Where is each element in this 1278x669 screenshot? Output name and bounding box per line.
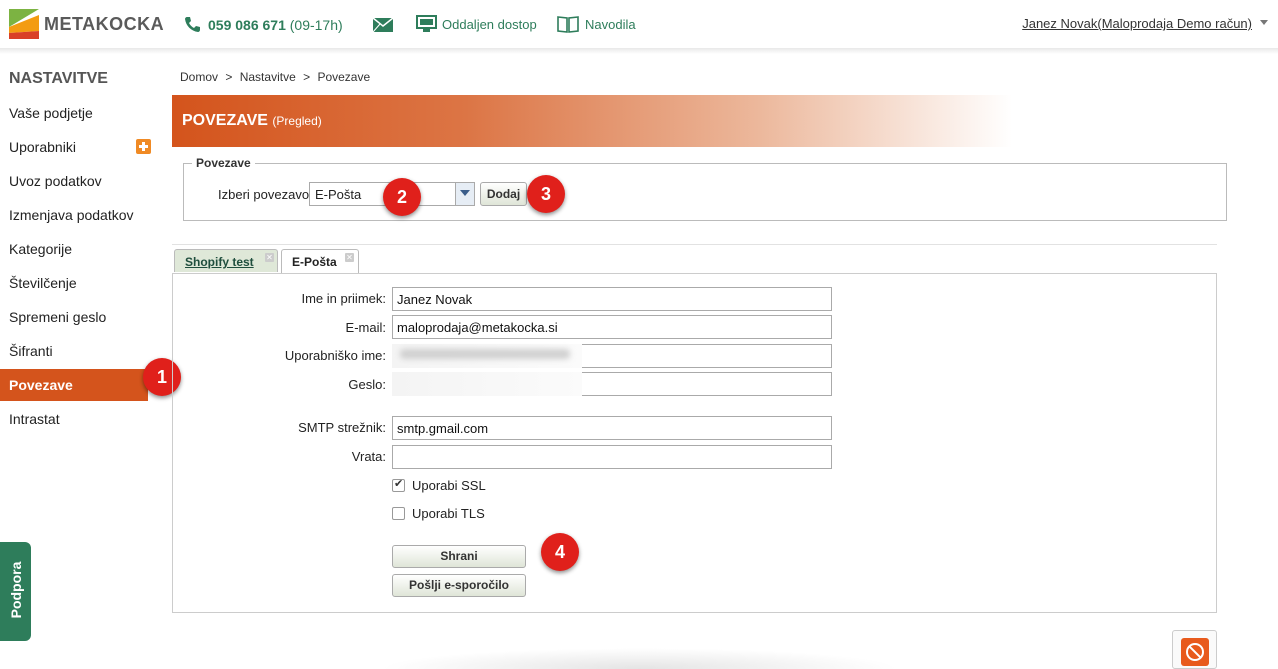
step-marker-4: 4 (541, 533, 579, 571)
topbar-shadow (0, 48, 1278, 54)
book-icon (557, 16, 579, 33)
phone-hours: (09-17h) (289, 17, 343, 33)
phone-number[interactable]: 059 086 671 (09-17h) (208, 17, 343, 33)
breadcrumb-nastavitve[interactable]: Nastavitve (240, 70, 296, 84)
connection-select-label: Izberi povezavo : (218, 187, 317, 202)
tab-label: E-Pošta (292, 255, 337, 269)
send-email-button[interactable]: Pošlji e-sporočilo (392, 574, 526, 597)
tab-shopify-test[interactable]: Shopify test ✕ (174, 249, 278, 272)
user-account-link[interactable]: Janez Novak(Maloprodaja Demo račun) (1022, 16, 1252, 31)
page-title: POVEZAVE (Pregled) (182, 112, 322, 130)
sidebar-item-kategorije[interactable]: Kategorije (0, 233, 148, 265)
use-tls-label: Uporabi TLS (412, 506, 485, 521)
name-label: Ime in priimek: (301, 291, 386, 306)
phone-number-value: 059 086 671 (208, 17, 286, 33)
sidebar-item-uporabniki[interactable]: Uporabniki (0, 131, 148, 163)
password-label: Geslo: (348, 377, 386, 392)
save-button[interactable]: Shrani (392, 545, 526, 568)
use-ssl-checkbox[interactable] (392, 477, 405, 492)
use-tls-checkbox[interactable] (392, 507, 405, 520)
sidebar-item-spremeni-geslo[interactable]: Spremeni geslo (0, 301, 148, 333)
email-field[interactable] (392, 315, 832, 339)
connection-select-value: E-Pošta (315, 187, 362, 202)
cancel-icon (1181, 638, 1209, 666)
add-user-plus-icon[interactable] (136, 139, 151, 154)
close-icon[interactable]: ✕ (265, 253, 274, 262)
breadcrumb-povezave: Povezave (317, 70, 371, 84)
add-connection-button[interactable]: Dodaj (480, 182, 527, 206)
top-bar: METAKOCKA 059 086 671 (09-17h) Oddaljen … (0, 0, 1278, 48)
remote-access-link[interactable]: Oddaljen dostop (442, 17, 537, 32)
step-marker-3: 3 (527, 175, 565, 213)
sidebar-title: NASTAVITVE (9, 70, 108, 87)
metakocka-logo[interactable] (9, 9, 39, 39)
breadcrumb: Domov > Nastavitve > Povezave (180, 70, 370, 84)
close-icon[interactable]: ✕ (345, 253, 354, 262)
tab-e-posta[interactable]: E-Pošta ✕ (281, 249, 359, 274)
phone-icon (185, 17, 200, 32)
cancel-button[interactable] (1172, 630, 1217, 669)
port-label: Vrata: (351, 449, 386, 464)
step-marker-2: 2 (383, 178, 421, 216)
sidebar-item-povezave[interactable]: Povezave (0, 369, 148, 401)
use-ssl-label: Uporabi SSL (412, 478, 486, 493)
username-blurred-text (400, 349, 570, 359)
sidebar-item-sifranti[interactable]: Šifranti (0, 335, 148, 367)
smtp-server-field[interactable] (392, 416, 832, 440)
footer-shadow (380, 648, 900, 669)
chevron-down-icon[interactable] (455, 183, 474, 205)
username-label: Uporabniško ime: (284, 348, 386, 363)
support-tab-label: Podpora (8, 561, 24, 619)
sidebar-item-vase-podjetje[interactable]: Vaše podjetje (0, 97, 148, 129)
sidebar-item-stevilcenje[interactable]: Številčenje (0, 267, 148, 299)
support-tab[interactable]: Podpora (0, 542, 31, 641)
breadcrumb-separator: > (225, 70, 233, 84)
page-title-text: POVEZAVE (182, 112, 268, 129)
tab-label: Shopify test (185, 255, 254, 269)
breadcrumb-home[interactable]: Domov (180, 70, 218, 84)
port-field[interactable] (392, 445, 832, 469)
connection-legend: Povezave (192, 156, 255, 170)
chevron-down-icon[interactable] (1260, 20, 1268, 25)
smtp-label: SMTP strežnik: (298, 420, 386, 435)
remote-monitor-icon (416, 15, 437, 32)
password-redaction (392, 372, 582, 396)
sidebar-item-izmenjava-podatkov[interactable]: Izmenjava podatkov (0, 199, 148, 231)
breadcrumb-separator: > (303, 70, 311, 84)
email-label: E-mail: (345, 320, 386, 335)
name-field[interactable] (392, 287, 832, 311)
tabs-separator (172, 244, 1217, 245)
sidebar-item-uvoz-podatkov[interactable]: Uvoz podatkov (0, 165, 148, 197)
logo-text: METAKOCKA (44, 14, 165, 34)
guides-link[interactable]: Navodila (585, 17, 636, 32)
mail-icon[interactable] (372, 16, 394, 34)
sidebar-item-intrastat[interactable]: Intrastat (0, 403, 148, 435)
page-subtitle: (Pregled) (272, 114, 322, 128)
